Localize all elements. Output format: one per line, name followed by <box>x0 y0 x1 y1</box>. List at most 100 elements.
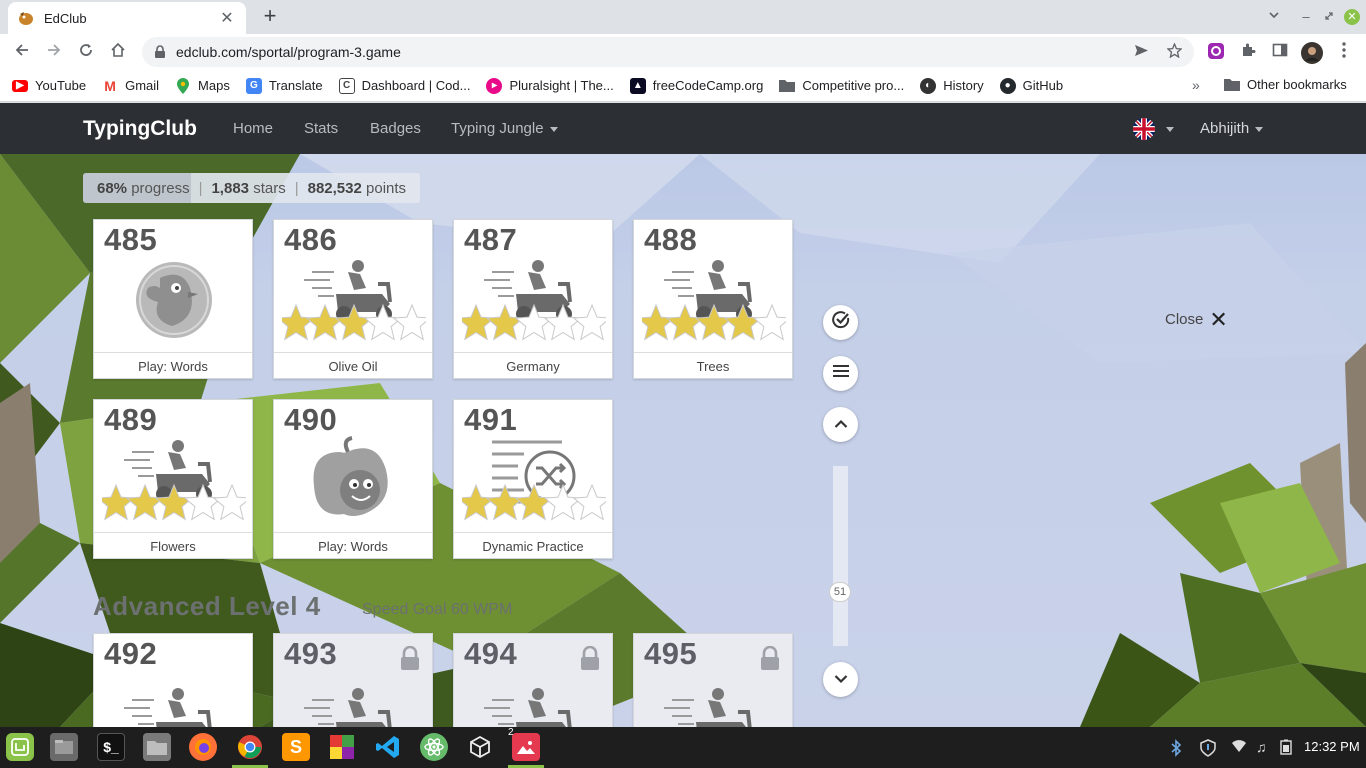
lesson-card[interactable]: 486 Olive Oil <box>273 219 433 379</box>
lesson-title: Trees <box>634 352 792 379</box>
bookmark-competitive-programming-folder[interactable]: Competitive pro... <box>779 78 904 94</box>
lesson-number: 487 <box>464 222 518 257</box>
nav-typing-jungle-dropdown[interactable]: Typing Jungle <box>451 120 558 137</box>
lock-icon <box>154 45 166 59</box>
nav-stats-link[interactable]: Stats <box>304 120 338 137</box>
scroll-up-button[interactable] <box>823 407 858 442</box>
mint-menu-icon[interactable] <box>6 733 34 761</box>
scroll-position-label[interactable]: 51 <box>829 582 851 602</box>
terminal-icon[interactable]: $_ <box>97 733 125 761</box>
scroll-down-button[interactable] <box>823 662 858 697</box>
window-close-icon[interactable]: ✕ <box>1344 9 1360 25</box>
tab-search-chevron-icon[interactable] <box>1265 8 1283 26</box>
image-viewer-icon[interactable] <box>512 733 540 761</box>
star-empty-icon <box>572 303 612 341</box>
bookmark-history[interactable]: ◐ History <box>920 77 984 94</box>
bookmark-youtube[interactable]: ▶ YouTube <box>12 78 86 93</box>
lesson-number: 494 <box>464 636 518 671</box>
level-heading: Advanced Level 4 <box>93 591 321 621</box>
send-tab-icon[interactable] <box>1134 43 1149 62</box>
menu-button[interactable] <box>823 356 858 391</box>
maximize-icon[interactable] <box>1320 8 1338 26</box>
bookmark-pluralsight[interactable]: ▸ Pluralsight | The... <box>486 77 614 94</box>
lesson-scrollbar[interactable] <box>833 466 848 646</box>
minimize-icon[interactable]: – <box>1297 8 1315 26</box>
reload-icon[interactable] <box>74 40 98 64</box>
lesson-title: Play: Words <box>274 532 432 559</box>
bookmark-gmail[interactable]: M Gmail <box>102 78 159 94</box>
translate-icon: G <box>245 77 262 94</box>
bookmark-dashboard[interactable]: C Dashboard | Cod... <box>338 77 470 94</box>
shield-icon[interactable] <box>1200 739 1216 760</box>
progress-label: progress <box>131 179 190 197</box>
user-menu-dropdown[interactable]: Abhijith <box>1200 120 1264 137</box>
lesson-card[interactable]: 487 Germany <box>453 219 613 379</box>
nav-badges-link[interactable]: Badges <box>370 120 421 137</box>
folder-icon[interactable] <box>143 733 171 761</box>
gmail-icon: M <box>104 77 116 94</box>
sublime-icon[interactable]: S <box>282 733 310 761</box>
files-icon[interactable] <box>50 733 78 761</box>
profile-avatar[interactable] <box>1301 42 1323 64</box>
os-taskbar: $_ S 2 ♫ 12:32 PM <box>0 727 1366 768</box>
star-filled-icon <box>96 483 136 521</box>
wifi-icon[interactable] <box>1231 739 1247 756</box>
multicolor-app-icon[interactable] <box>328 733 356 761</box>
bookmark-maps[interactable]: Maps <box>175 77 230 94</box>
lesson-card[interactable]: 491 Dynamic Practice <box>453 399 613 559</box>
star-filled-icon <box>456 483 496 521</box>
back-icon[interactable] <box>10 40 34 64</box>
language-chevron-down-icon[interactable] <box>1166 127 1174 132</box>
close-button[interactable]: Close ✕ <box>1165 307 1228 332</box>
bookmark-translate[interactable]: G Translate <box>245 77 323 94</box>
tab-title: EdClub <box>44 10 87 26</box>
unity-icon[interactable] <box>466 733 494 761</box>
lesson-artwork <box>456 436 612 530</box>
locked-lesson-card[interactable]: 494 <box>453 633 613 727</box>
lesson-card[interactable]: 490 Play: Words <box>273 399 433 559</box>
battery-icon[interactable] <box>1280 739 1292 758</box>
lesson-artwork <box>642 670 786 727</box>
bookmark-freecodecamp[interactable]: ▲ freeCodeCamp.org <box>629 77 763 94</box>
typingclub-logo[interactable]: TypingClub <box>83 117 197 141</box>
browser-tab-strip: EdClub ✕ + – ✕ <box>0 0 1366 34</box>
atom-icon[interactable] <box>420 733 448 761</box>
address-bar[interactable]: edclub.com/sportal/program-3.game <box>142 37 1194 67</box>
bookmarks-overflow-icon[interactable]: » <box>1192 77 1200 93</box>
screen-recorder-extension-icon[interactable] <box>1206 42 1226 62</box>
lesson-number: 485 <box>104 222 158 257</box>
stars-label: stars <box>253 179 286 197</box>
chrome-menu-icon[interactable] <box>1334 42 1354 62</box>
bluetooth-icon[interactable] <box>1170 739 1182 760</box>
home-icon[interactable] <box>106 40 130 64</box>
scooter-rider-icon <box>124 688 212 727</box>
close-icon: ✕ <box>1209 307 1228 332</box>
uk-flag-icon[interactable] <box>1133 118 1155 140</box>
side-panel-icon[interactable] <box>1270 42 1290 62</box>
forward-icon[interactable] <box>42 40 66 64</box>
tab-close-icon[interactable]: ✕ <box>218 8 236 28</box>
chrome-icon[interactable] <box>236 733 264 761</box>
nav-home-link[interactable]: Home <box>233 120 273 137</box>
lock-icon <box>580 645 600 670</box>
folder-icon <box>779 78 796 94</box>
music-note-icon[interactable]: ♫ <box>1256 739 1267 755</box>
bookmark-github[interactable]: ● GitHub <box>999 77 1063 94</box>
jump-to-current-button[interactable] <box>823 305 858 340</box>
locked-lesson-card[interactable]: 495 <box>633 633 793 727</box>
lesson-card[interactable]: 488 Trees <box>633 219 793 379</box>
lesson-card[interactable]: 485 Play: Words <box>93 219 253 379</box>
lesson-card[interactable]: 489 Flowers <box>93 399 253 559</box>
lesson-number: 492 <box>104 636 158 671</box>
chevron-down-icon <box>834 671 848 689</box>
extensions-puzzle-icon[interactable] <box>1238 42 1258 62</box>
other-bookmarks-folder[interactable]: Other bookmarks <box>1224 76 1347 92</box>
bookmark-star-icon[interactable] <box>1166 41 1183 62</box>
lesson-card[interactable]: 492 <box>93 633 253 727</box>
browser-tab[interactable]: EdClub ✕ <box>8 2 246 34</box>
locked-lesson-card[interactable]: 493 <box>273 633 433 727</box>
new-tab-button[interactable]: + <box>258 5 282 29</box>
typing-jungle-label: Typing Jungle <box>451 120 544 137</box>
vscode-icon[interactable] <box>374 733 402 761</box>
firefox-icon[interactable] <box>189 733 217 761</box>
